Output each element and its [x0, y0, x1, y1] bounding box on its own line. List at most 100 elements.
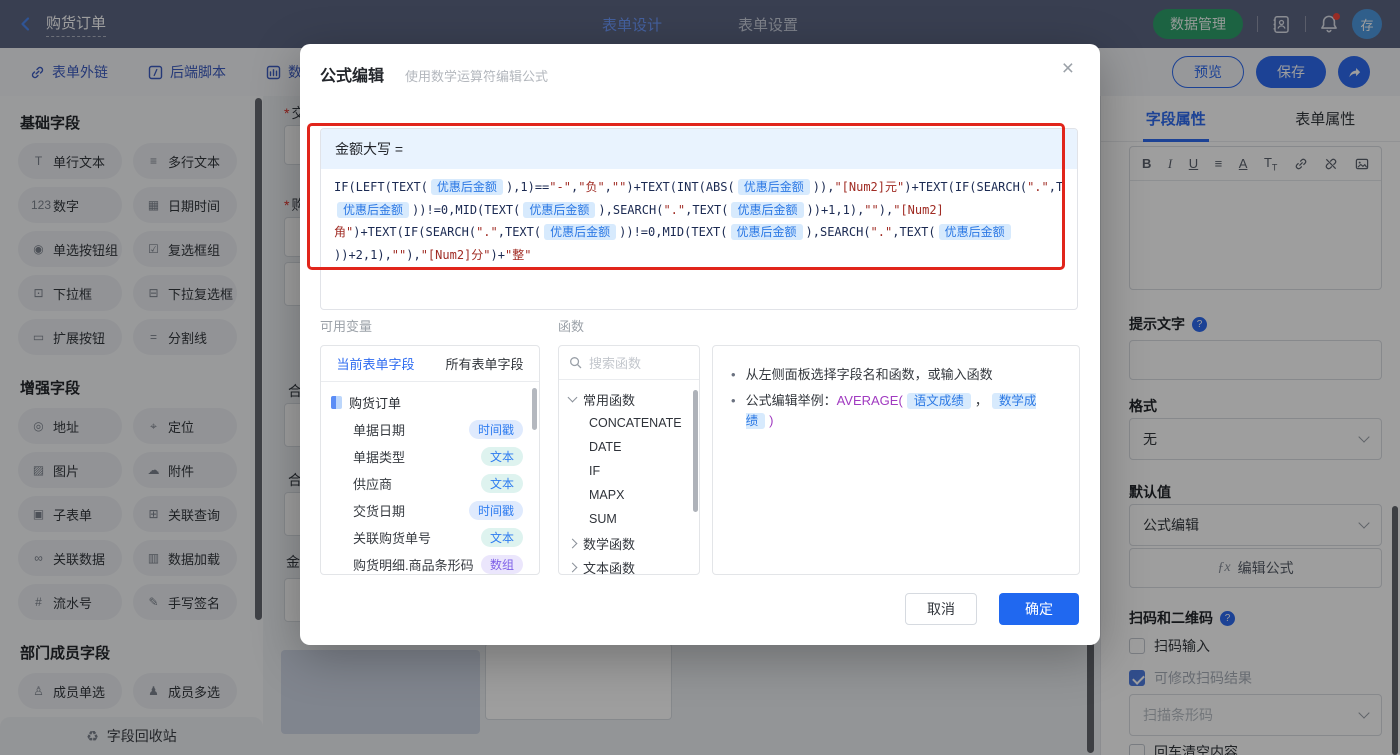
formula-line: 角")+TEXT(IF(SEARCH(".",TEXT(优惠后金额))!=0,M… — [334, 221, 1064, 244]
variable-item[interactable]: 单据类型 文本 — [331, 443, 531, 470]
variable-name: 单据类型 — [353, 450, 406, 465]
variable-item[interactable]: 购货明细.商品条形码 数组 — [331, 551, 531, 574]
formula-code-text: , — [604, 180, 612, 194]
chevron-right-icon — [567, 562, 578, 572]
formula-string: "" — [391, 247, 407, 262]
formula-string: "." — [663, 202, 686, 217]
formula-code-text: )), — [812, 180, 835, 194]
formula-string: "" — [611, 180, 627, 194]
formula-editor[interactable]: 金额大写 = IF(LEFT(TEXT(优惠后金额),1)=="-","负","… — [320, 128, 1078, 310]
tips-panel: • 从左侧面板选择字段名和函数，或输入函数 • 公式编辑举例：AVERAGE(语… — [712, 345, 1080, 575]
variable-name: 关联购货单号 — [353, 531, 432, 546]
variable-type-badge: 文本 — [480, 447, 523, 466]
formula-code-text: )+ — [490, 247, 505, 262]
modal-subtitle: 使用数学运算符编辑公式 — [405, 69, 549, 84]
functions-panel: 搜索函数 常用函数 CONCATENATE DATE IF MAPX SUM 数学函数文本函… — [558, 345, 700, 575]
tip-row-example: • 公式编辑举例：AVERAGE(语文成绩，数学成绩) — [731, 391, 1061, 431]
field-token[interactable]: 优惠后金额 — [430, 179, 503, 195]
function-item[interactable]: MAPX — [569, 483, 695, 507]
functions-tree: 常用函数 CONCATENATE DATE IF MAPX SUM 数学函数文本函数 — [559, 380, 699, 575]
formula-code-text: ))!=0,MID(TEXT( — [619, 225, 728, 239]
formula-string: "." — [476, 225, 498, 239]
functions-scrollbar[interactable] — [693, 390, 698, 512]
function-group[interactable]: 常用函数 — [567, 387, 695, 411]
formula-string: "整" — [504, 247, 532, 262]
variable-item[interactable]: 关联购货单号 文本 — [331, 524, 531, 551]
bullet-icon: • — [731, 393, 736, 408]
formula-code-text: ), — [406, 247, 421, 262]
confirm-button[interactable]: 确定 — [999, 593, 1079, 625]
tip-row: • 从左侧面板选择字段名和函数，或输入函数 — [731, 365, 1061, 384]
function-search[interactable]: 搜索函数 — [559, 346, 699, 380]
function-item[interactable]: IF — [569, 459, 695, 483]
formula-code-text: ),SEARCH( — [598, 202, 664, 217]
variable-name: 供应商 — [353, 477, 393, 492]
formula-code-text: ), — [878, 202, 894, 217]
formula-code-text: ,TEXT( — [497, 225, 542, 239]
example-field-token: 语文成绩 — [906, 393, 971, 409]
chevron-right-icon — [567, 538, 578, 548]
function-item[interactable]: CONCATENATE — [569, 411, 695, 435]
field-token[interactable]: 优惠后金额 — [730, 224, 803, 240]
function-group[interactable]: 文本函数 — [567, 555, 695, 575]
formula-string: "负" — [578, 180, 605, 194]
formula-string: "." — [1027, 180, 1049, 194]
formula-code-text: ),1)== — [505, 180, 550, 194]
variable-type-badge: 时间戳 — [468, 501, 523, 520]
variable-item[interactable]: 单据日期 时间戳 — [331, 416, 531, 443]
formula-editor-modal: 公式编辑 使用数学运算符编辑公式 × 金额大写 = IF(LEFT(TEXT(优… — [300, 44, 1100, 645]
close-icon[interactable]: × — [1062, 58, 1074, 79]
bullet-icon: • — [731, 367, 736, 382]
formula-string: "[Num2]元" — [834, 180, 905, 194]
field-token[interactable]: 优惠后金额 — [523, 201, 596, 218]
formula-line: ))+2,1),""),"[Num2]分")+"整" — [334, 244, 1064, 267]
formula-string: "" — [864, 202, 879, 217]
variable-type-badge: 文本 — [480, 528, 523, 547]
field-token[interactable]: 优惠后金额 — [731, 201, 804, 218]
formula-code-text: ))+2,1), — [334, 247, 392, 262]
field-token[interactable]: 优惠后金额 — [938, 224, 1011, 240]
variables-root-item[interactable]: 购货订单 — [331, 389, 531, 416]
tab-current-form-fields[interactable]: 当前表单字段 — [321, 346, 430, 381]
field-token[interactable]: 优惠后金额 — [337, 201, 410, 218]
formula-string: 角" — [334, 225, 354, 239]
screen: 购货订单 表单设计 表单设置 数据管理 存 表单外链 后端脚本 预览 保存 基础… — [0, 0, 1400, 755]
variables-section-label: 可用变量 — [320, 319, 373, 334]
formula-code-text: )+TEXT(INT(ABS( — [626, 180, 735, 194]
variables-scrollbar[interactable] — [532, 388, 537, 430]
function-group-label: 常用函数 — [583, 392, 636, 408]
formula-string: "-" — [549, 180, 571, 194]
function-group-label: 文本函数 — [583, 560, 636, 575]
field-token[interactable]: 优惠后金额 — [737, 179, 810, 195]
tab-all-form-fields[interactable]: 所有表单字段 — [430, 346, 539, 381]
variable-type-badge: 时间戳 — [468, 420, 523, 439]
cancel-button[interactable]: 取消 — [905, 593, 977, 625]
variable-name: 单据日期 — [353, 423, 406, 438]
function-group[interactable]: 数学函数 — [567, 531, 695, 555]
formula-code-text: )+TEXT(IF(SEARCH( — [353, 225, 477, 239]
formula-string: "." — [870, 225, 893, 239]
example-function-name: AVERAGE( — [836, 393, 903, 408]
formula-code-text: IF(LEFT(TEXT( — [334, 180, 428, 194]
variables-tabs: 当前表单字段 所有表单字段 — [321, 346, 539, 382]
formula-code-text: ))+1,1), — [806, 202, 865, 217]
formula-string: "[Num2] — [893, 202, 944, 217]
function-item[interactable]: DATE — [569, 435, 695, 459]
field-token[interactable]: 优惠后金额 — [544, 224, 617, 240]
formula-string: "[Num2]分" — [420, 247, 491, 262]
formula-line: IF(LEFT(TEXT(优惠后金额),1)=="-","负","")+TEXT… — [334, 176, 1064, 199]
variable-name: 交货日期 — [353, 504, 406, 519]
functions-section-label: 函数 — [558, 319, 585, 334]
formula-code[interactable]: IF(LEFT(TEXT(优惠后金额),1)=="-","负","")+TEXT… — [321, 169, 1077, 266]
variable-item[interactable]: 交货日期 时间戳 — [331, 497, 531, 524]
formula-code-text: ),SEARCH( — [805, 225, 871, 239]
modal-title: 公式编辑 — [320, 68, 385, 85]
search-placeholder: 搜索函数 — [589, 356, 642, 371]
formula-code-text: )+TEXT(IF(SEARCH( — [904, 180, 1028, 194]
search-icon — [570, 357, 582, 369]
variable-type-badge: 文本 — [480, 474, 523, 493]
formula-target-field: 金额大写 = — [321, 129, 1077, 169]
function-item[interactable]: SUM — [569, 507, 695, 531]
variable-item[interactable]: 供应商 文本 — [331, 470, 531, 497]
tip-text: 从左侧面板选择字段名和函数，或输入函数 — [745, 367, 993, 382]
